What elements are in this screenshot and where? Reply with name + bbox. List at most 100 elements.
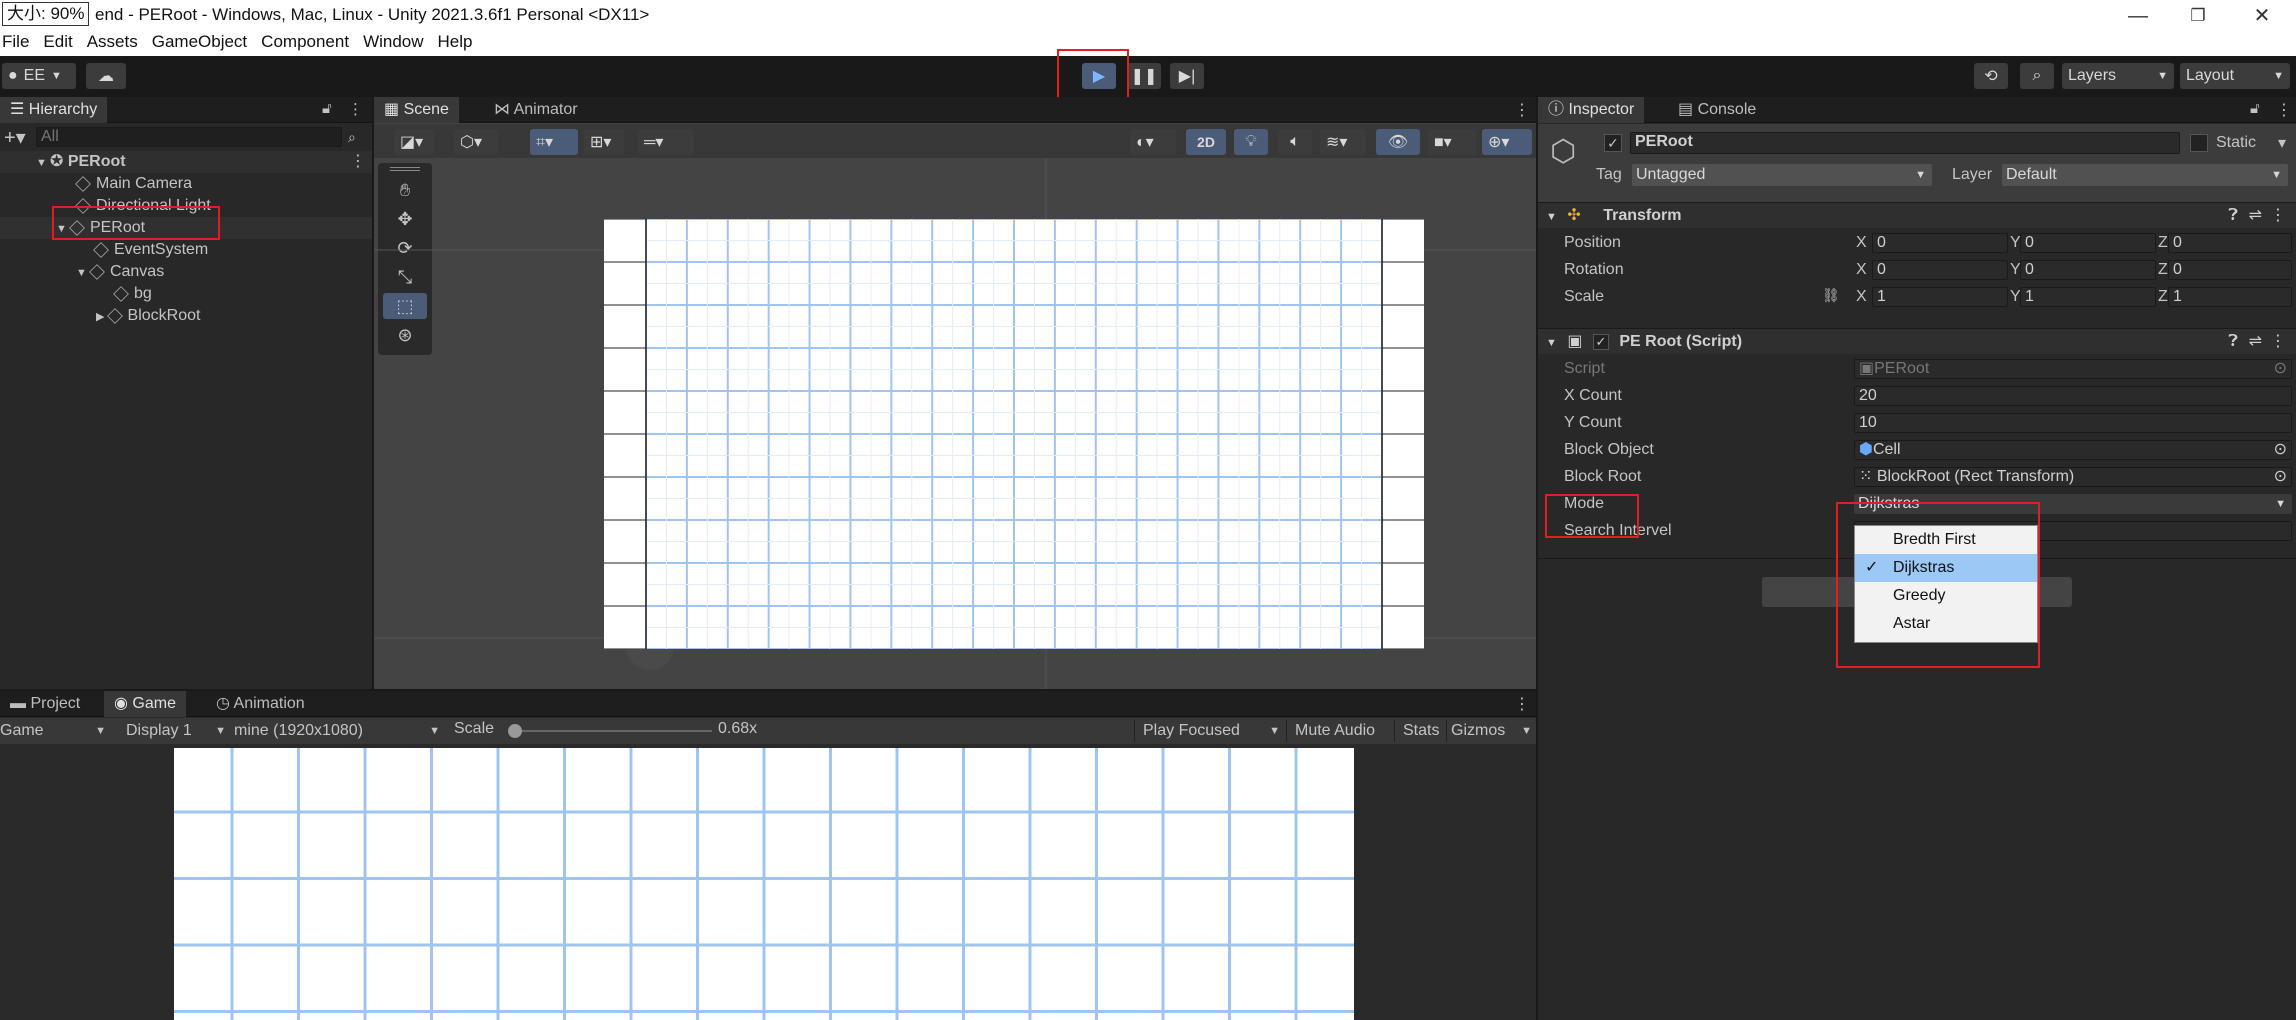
rotation-x-field[interactable]: 0	[1872, 260, 2008, 280]
position-x-field[interactable]: 0	[1872, 233, 2008, 253]
display-dropdown[interactable]: Display 1 ▼	[126, 720, 226, 742]
layer-dropdown[interactable]: Default ▼	[2002, 164, 2288, 186]
block-object-field[interactable]: ⬢Cell ⊙	[1854, 440, 2292, 460]
cloud-button[interactable]: ☁	[86, 63, 126, 89]
kebab-menu-icon[interactable]: ⋮	[2276, 100, 2292, 120]
list-item[interactable]: ▶ BlockRoot	[0, 305, 200, 327]
mute-audio-button[interactable]: Mute Audio	[1286, 720, 1392, 742]
tab-project[interactable]: ▬ Project	[0, 691, 90, 717]
tab-game[interactable]: ◉ Game	[104, 691, 186, 717]
menu-assets[interactable]: Assets	[87, 32, 138, 56]
object-picker-icon[interactable]: ⊙	[2274, 468, 2287, 486]
scale-z-field[interactable]: 1	[2168, 287, 2292, 307]
list-item[interactable]: ▼ PERoot	[0, 217, 372, 239]
gizmos-dropdown[interactable]: Gizmos ▼	[1446, 720, 1536, 742]
tab-animation[interactable]: ◷ Animation	[206, 691, 315, 717]
tab-inspector[interactable]: ⓘ Inspector	[1538, 97, 1645, 123]
tab-scene[interactable]: ▦ Scene	[374, 97, 459, 123]
script-header[interactable]: ▼ ▣ ✓ PE Root (Script) ❓︎ ⇌ ⋮	[1538, 328, 2296, 354]
search-icon[interactable]: ⌕	[348, 129, 356, 146]
mode-option-astar[interactable]: Astar	[1855, 610, 2037, 638]
gizmos-dd[interactable]: ⊕▾	[1482, 129, 1532, 155]
add-icon[interactable]: +▾	[4, 125, 36, 150]
list-item[interactable]: ▼ ✪ PERoot ⋮	[0, 151, 372, 173]
play-focused-dropdown[interactable]: Play Focused ▼	[1134, 720, 1284, 742]
list-item[interactable]: ▼ Canvas	[0, 261, 164, 283]
restore-button[interactable]: ❐	[2178, 2, 2218, 30]
object-name-field[interactable]: PERoot	[1630, 132, 2180, 154]
effects-dd[interactable]: ≋▾	[1320, 129, 1366, 155]
increment-button[interactable]: ═▾	[638, 129, 694, 155]
search-input[interactable]	[36, 127, 342, 147]
history-button[interactable]: ⟲	[1974, 63, 2008, 89]
tab-console[interactable]: ▤ Console	[1668, 97, 1766, 123]
x-count-field[interactable]: 20	[1854, 386, 2292, 406]
stats-button[interactable]: Stats	[1394, 720, 1444, 742]
kebab-menu-icon[interactable]: ⋮	[348, 100, 363, 118]
tab-animator[interactable]: ⋈ Animator	[484, 97, 588, 123]
static-checkbox[interactable]	[2190, 134, 2208, 152]
resolution-dropdown[interactable]: mine (1920x1080) ▼	[234, 720, 440, 742]
pivot-button[interactable]: ⬡▾	[454, 129, 498, 155]
scene-canvas[interactable]	[604, 218, 1424, 650]
menu-file[interactable]: File	[2, 32, 29, 56]
grid-snap-button[interactable]: ⊞▾	[584, 129, 624, 155]
kebab-menu-icon[interactable]: ⋮	[350, 151, 366, 173]
account-dropdown[interactable]: ● EE ▼	[2, 63, 76, 89]
scale-slider-handle[interactable]	[508, 724, 522, 738]
audio-toggle-button[interactable]: 🔈︎	[1278, 129, 1312, 155]
lock-icon[interactable]: 🔓︎	[322, 100, 332, 117]
layout-dropdown[interactable]: Layout ▼	[2180, 63, 2290, 89]
preset-icon[interactable]: ⇌	[2249, 329, 2262, 355]
pause-button[interactable]: ❚❚	[1127, 63, 1161, 89]
game-view[interactable]	[174, 748, 1354, 1020]
tab-hierarchy[interactable]: ☰ Hierarchy	[0, 97, 108, 123]
help-icon[interactable]: ❓︎	[2228, 203, 2238, 229]
block-root-field[interactable]: ⁙ BlockRoot (Rect Transform) ⊙	[1854, 467, 2292, 487]
draw-mode-button[interactable]: ◪▾	[394, 129, 434, 155]
list-item[interactable]: EventSystem	[0, 239, 208, 261]
scale-y-field[interactable]: 1	[2020, 287, 2156, 307]
scale-slider-track[interactable]	[512, 730, 712, 732]
preset-icon[interactable]: ⇌	[2249, 203, 2262, 229]
layers-dropdown[interactable]: Layers ▼	[2062, 63, 2174, 89]
menu-component[interactable]: Component	[261, 32, 349, 56]
light-toggle-button[interactable]: 💡︎	[1234, 129, 1268, 155]
chevron-down-icon[interactable]: ▾	[2278, 133, 2286, 153]
y-count-field[interactable]: 10	[1854, 413, 2292, 433]
kebab-menu-icon[interactable]: ⋮	[2270, 329, 2286, 355]
tag-dropdown[interactable]: Untagged ▼	[1632, 164, 1932, 186]
active-checkbox[interactable]: ✓	[1604, 134, 1622, 152]
camera-dd[interactable]: ■▾	[1428, 129, 1476, 155]
kebab-menu-icon[interactable]: ⋮	[2270, 203, 2286, 229]
mode-option-bredth-first[interactable]: Bredth First	[1855, 526, 2037, 554]
close-button[interactable]: ✕	[2242, 2, 2282, 30]
rotation-y-field[interactable]: 0	[2020, 260, 2156, 280]
kebab-menu-icon[interactable]: ⋮	[1514, 100, 1530, 120]
play-button[interactable]: ▶	[1082, 63, 1116, 89]
step-button[interactable]: ▶|	[1170, 63, 1204, 89]
lock-icon[interactable]: 🔓︎	[2250, 100, 2260, 117]
position-z-field[interactable]: 0	[2168, 233, 2292, 253]
help-icon[interactable]: ❓︎	[2228, 329, 2238, 355]
mode-option-dijkstras[interactable]: ✓ Dijkstras	[1855, 554, 2037, 582]
game-view-dropdown[interactable]: Game ▼	[0, 720, 110, 742]
script-enabled-checkbox[interactable]: ✓	[1592, 333, 1609, 350]
list-item[interactable]: bg	[0, 283, 152, 305]
menu-help[interactable]: Help	[438, 32, 473, 56]
rotation-z-field[interactable]: 0	[2168, 260, 2292, 280]
object-picker-icon[interactable]: ⊙	[2274, 441, 2287, 459]
minimize-button[interactable]: —	[2118, 2, 2158, 30]
transform-header[interactable]: ▼ ✣ Transform ❓︎ ⇌ ⋮	[1538, 202, 2296, 228]
list-item[interactable]: Directional Light	[0, 195, 211, 217]
mode-dropdown[interactable]: Dijkstras ▼	[1854, 494, 2292, 514]
mode-option-greedy[interactable]: Greedy	[1855, 582, 2037, 610]
kebab-menu-icon[interactable]: ⋮	[1514, 694, 1530, 714]
menu-edit[interactable]: Edit	[43, 32, 72, 56]
visibility-toggle-button[interactable]: 👁︎	[1376, 129, 1420, 155]
menu-window[interactable]: Window	[363, 32, 423, 56]
toggle-2d-button[interactable]: 2D	[1186, 129, 1226, 155]
search-button[interactable]: ⌕	[2020, 63, 2054, 89]
position-y-field[interactable]: 0	[2020, 233, 2156, 253]
list-item[interactable]: Main Camera	[0, 173, 192, 195]
